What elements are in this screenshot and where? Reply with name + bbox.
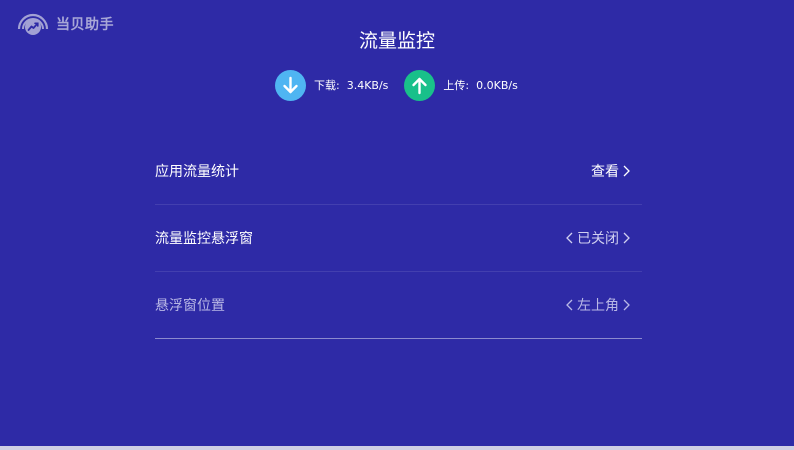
window-position-value: 左上角 (577, 298, 619, 314)
speed-indicator: 下载: 3.4KB/s 上传: 0.0KB/s (275, 69, 518, 101)
settings-row-app-traffic-stats[interactable]: 应用流量统计 查看 (155, 138, 642, 205)
bottom-edge (0, 446, 794, 450)
chevron-right-icon (620, 164, 632, 178)
settings-row-label: 流量监控悬浮窗 (155, 231, 253, 247)
upload-label: 上传: (443, 79, 470, 92)
upload-speed: 上传: 0.0KB/s (404, 69, 518, 101)
chevron-right-icon[interactable] (620, 231, 632, 245)
settings-row-action[interactable]: 查看 (591, 161, 632, 181)
screen: 当贝助手 流量监控 下载: 3.4KB/s 上传: 0.0KB/s 应用流量统计… (0, 0, 794, 450)
settings-row-floating-window[interactable]: 流量监控悬浮窗 已关闭 (155, 205, 642, 272)
download-speed: 下载: 3.4KB/s (275, 69, 389, 101)
settings-row-label: 应用流量统计 (155, 164, 239, 180)
floating-window-value: 已关闭 (577, 231, 619, 247)
settings-row-window-position[interactable]: 悬浮窗位置 左上角 (155, 272, 642, 339)
settings-row-label: 悬浮窗位置 (155, 298, 225, 314)
upload-arrow-icon (404, 69, 436, 101)
upload-value: 0.0KB/s (476, 78, 518, 92)
chevron-left-icon[interactable] (564, 231, 576, 245)
view-button-label: 查看 (591, 164, 619, 180)
download-value: 3.4KB/s (346, 78, 389, 92)
settings-list: 应用流量统计 查看 流量监控悬浮窗 已关闭 悬浮窗位置 左上角 (155, 138, 642, 339)
chevron-left-icon[interactable] (564, 298, 576, 312)
page-title: 流量监控 (358, 30, 435, 52)
window-position-selector[interactable]: 左上角 (564, 295, 632, 315)
floating-window-selector[interactable]: 已关闭 (564, 228, 632, 248)
download-label: 下载: (314, 79, 340, 92)
download-arrow-icon (275, 69, 306, 101)
chevron-right-icon[interactable] (620, 298, 632, 312)
